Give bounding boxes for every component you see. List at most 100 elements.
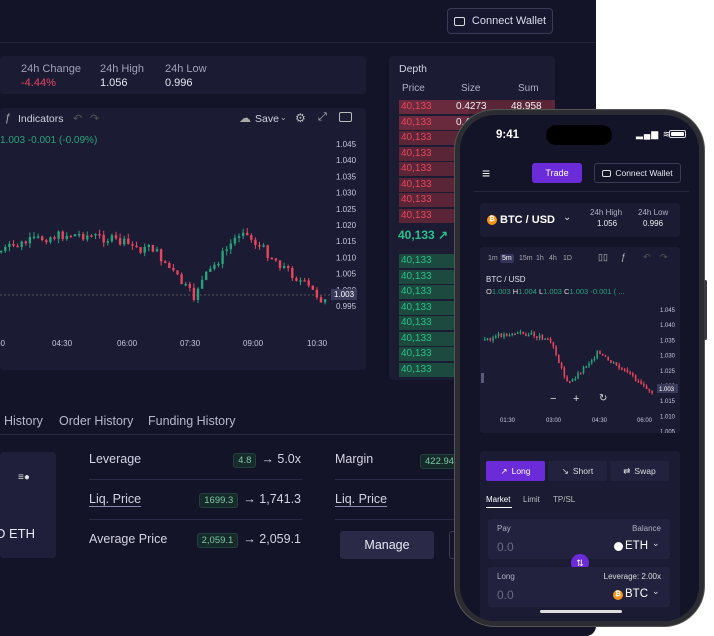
stat-24h-low: 24h Low 0.996 <box>165 63 207 90</box>
bid-price: 40,133 <box>401 301 432 313</box>
candle <box>168 263 171 268</box>
row-divider <box>89 479 302 480</box>
candle <box>106 241 109 243</box>
candles-svg: 1.045 1.040 1.035 1.030 1.025 1.020 1.015 1.010… <box>0 140 357 348</box>
long-box[interactable]: Long Leverage: 2.00x 0.0 ₿ BTC ⌄ <box>488 567 670 607</box>
candle <box>159 249 163 262</box>
phone-frame: 9:41 ▂▄▆ ≋ ≡ Trade Connect Wallet ₿ BTC … <box>455 110 707 626</box>
avg-new: → 2,059.1 <box>243 532 301 546</box>
candle <box>205 271 208 280</box>
candle <box>155 249 159 252</box>
y-tick: 1.035 <box>336 172 357 181</box>
long-asset-selector[interactable]: BTC <box>625 588 648 600</box>
candle <box>599 350 601 354</box>
candle <box>8 243 11 247</box>
tab-funding-history[interactable]: Funding History <box>148 414 236 428</box>
candle <box>287 266 290 268</box>
reset-icon[interactable]: ↻ <box>599 393 607 404</box>
y-tick: 1.015 <box>336 237 357 246</box>
mid-price: 40,133 ↗ <box>398 228 449 242</box>
candle <box>574 378 577 381</box>
signal-wifi-icon: ▂▄▆ ≋ <box>636 129 672 139</box>
wallet-icon <box>453 16 465 26</box>
pair-selector[interactable]: BTC / USD <box>500 214 555 226</box>
candle <box>282 266 286 269</box>
long-tab[interactable]: ↗ Long <box>486 461 545 481</box>
pay-asset-selector[interactable]: ETH <box>625 540 648 552</box>
short-tab[interactable]: ↘ Short <box>548 461 607 481</box>
candle <box>131 244 134 246</box>
col-sum: Sum <box>518 83 539 94</box>
y-tick: 1.040 <box>660 323 676 329</box>
phone-chart[interactable]: 1m 5m 15m 1h 4h 1D ▯▯ ƒ ↶ ↷ BTC / USD O1.003 … <box>480 247 680 433</box>
candle <box>596 350 599 359</box>
ask-price: 40,133 <box>401 178 432 190</box>
manage-button[interactable]: Manage <box>340 531 434 559</box>
candle <box>522 331 524 334</box>
phone-connect-wallet-button[interactable]: Connect Wallet <box>594 163 681 183</box>
tab-market[interactable]: Market <box>486 495 510 504</box>
candle <box>590 359 593 364</box>
pay-box[interactable]: Pay Balance 0.0 ETH ⌄ <box>488 519 670 559</box>
candle <box>497 333 500 336</box>
candle <box>547 338 549 341</box>
candle <box>634 375 637 381</box>
col-price: Price <box>402 83 425 94</box>
pay-label: Pay <box>497 524 511 533</box>
x-tick: 04:30 <box>592 418 608 424</box>
candle <box>196 288 200 300</box>
y-tick: 1.045 <box>660 308 676 314</box>
x-tick: 06:00 <box>117 339 138 348</box>
candle <box>645 385 648 390</box>
liq-price-label-2[interactable]: Liq. Price <box>335 492 387 506</box>
candle <box>176 270 179 275</box>
tab-order-history[interactable]: Order History <box>59 414 133 428</box>
hamburger-icon[interactable]: ≡ <box>482 166 490 180</box>
candle <box>69 235 73 238</box>
avg-price-label: Average Price <box>89 532 168 546</box>
battery-icon <box>669 130 686 138</box>
swap-tab[interactable]: ⇄ Swap <box>610 461 669 481</box>
minus-icon[interactable]: − <box>550 393 556 405</box>
candle <box>569 381 571 383</box>
long-input[interactable]: 0.0 <box>497 588 514 602</box>
phone-screen: 9:41 ▂▄▆ ≋ ≡ Trade Connect Wallet ₿ BTC … <box>460 115 699 621</box>
candle <box>184 283 187 286</box>
y-tick: 1.005 <box>336 270 357 279</box>
stat-24h-change: 24h Change -4.44% <box>21 63 81 90</box>
candle <box>241 232 245 237</box>
trade-button[interactable]: Trade <box>532 163 582 183</box>
tab-history[interactable]: History <box>4 414 43 428</box>
tab-limit[interactable]: Limit <box>523 495 540 504</box>
x-tick: 07:30 <box>180 339 201 348</box>
candle <box>262 245 265 247</box>
candle <box>577 372 579 379</box>
candle <box>139 247 142 253</box>
pay-input[interactable]: 0.0 <box>497 540 514 554</box>
x-tick: 09:00 <box>243 339 264 348</box>
liq-price-label[interactable]: Liq. Price <box>89 492 141 506</box>
connect-wallet-button[interactable]: Connect Wallet <box>447 8 553 34</box>
leverage-label: Leverage: 2.00x <box>603 572 661 581</box>
y-tick: 0.995 <box>336 302 357 311</box>
ask-price: 40,133 <box>401 101 432 112</box>
candle <box>16 245 19 248</box>
candle <box>484 339 486 341</box>
swap-tab-label: Swap <box>634 466 656 476</box>
avg-price-values: 2,059.1 → 2,059.1 <box>196 532 301 548</box>
ask-price: 40,133 <box>401 194 432 205</box>
candle <box>213 264 216 269</box>
candle <box>530 332 533 335</box>
candle <box>118 238 122 245</box>
price-chart[interactable]: ƒ Indicators ↶ ↷ ☁ Save ⌄ ⚙ ⤢ 1.003 -0.0… <box>0 108 366 370</box>
status-time: 9:41 <box>496 129 520 141</box>
candle <box>53 237 56 239</box>
tab-tpsl[interactable]: TP/SL <box>553 495 575 504</box>
candle <box>65 235 68 239</box>
price-tag-label: 1.003 <box>334 290 355 299</box>
candle <box>558 354 560 364</box>
manage-label: Manage <box>364 538 410 552</box>
candle <box>319 297 323 303</box>
x-tick: 10:30 <box>307 339 328 348</box>
plus-icon[interactable]: + <box>573 393 579 405</box>
